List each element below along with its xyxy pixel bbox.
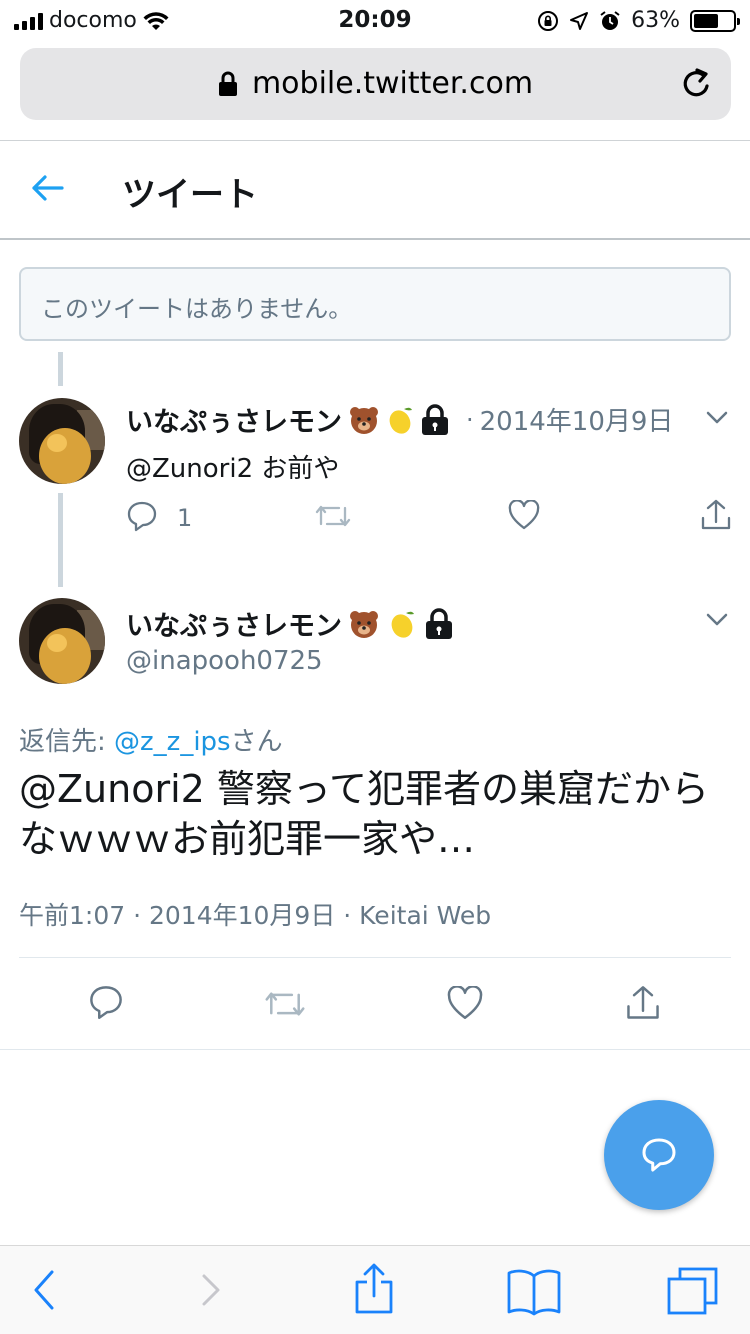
divider xyxy=(0,238,750,240)
battery-percent: 63% xyxy=(631,8,680,33)
retweet-icon[interactable] xyxy=(264,988,306,1020)
tweet-text: @Zunori2 お前や xyxy=(126,454,340,484)
chevron-down-icon[interactable] xyxy=(705,612,729,628)
unavailable-tweet-notice: このツイートはありません。 xyxy=(19,267,731,341)
reply-icon[interactable] xyxy=(88,984,124,1020)
location-icon xyxy=(570,11,589,30)
reply-to-suffix: さん xyxy=(230,727,283,757)
bear-emoji-icon xyxy=(350,406,378,434)
tabs-icon[interactable] xyxy=(666,1266,720,1316)
alarm-icon xyxy=(600,10,620,30)
url-text: mobile.twitter.com xyxy=(251,66,534,101)
share-icon[interactable] xyxy=(624,984,662,1022)
status-right: 63% xyxy=(537,8,740,33)
battery-icon xyxy=(690,9,740,32)
share-icon[interactable] xyxy=(700,498,732,532)
reply-to-line: 返信先: @z_z_ipsさん xyxy=(19,721,283,758)
separator-dot: · xyxy=(466,405,474,434)
tweet-text: @Zunori2 警察って犯罪者の巣窟だからなｗｗｗお前犯罪一家や… xyxy=(19,767,709,861)
tweet-date[interactable]: 2014年10月9日 xyxy=(480,401,674,438)
browser-toolbar xyxy=(0,1245,750,1334)
orientation-lock-icon xyxy=(538,10,559,31)
lemon-emoji-icon xyxy=(391,611,414,638)
page-header: ツイート xyxy=(0,141,750,238)
back-arrow-icon[interactable] xyxy=(30,173,64,203)
tweet-author-row: いなぷぅさレモン xyxy=(126,604,454,643)
avatar[interactable] xyxy=(19,398,105,484)
reply-icon[interactable] xyxy=(126,500,158,532)
reply-bubble-icon xyxy=(642,1138,676,1172)
protected-lock-icon xyxy=(422,403,448,435)
page-title: ツイート xyxy=(122,175,258,215)
browser-back-icon[interactable] xyxy=(30,1268,58,1312)
browser-forward-icon[interactable] xyxy=(196,1268,224,1312)
lock-icon xyxy=(218,71,237,96)
reply-count: 1 xyxy=(177,504,193,532)
retweet-icon[interactable] xyxy=(315,502,351,530)
tweet-timestamp[interactable]: 午前1:07 · 2014年10月9日 · Keitai Web xyxy=(19,896,491,932)
avatar[interactable] xyxy=(19,598,105,684)
reply-to-mention-link[interactable]: @z_z_ips xyxy=(114,727,231,757)
like-icon[interactable] xyxy=(508,500,540,530)
divider xyxy=(19,957,731,958)
reload-icon[interactable] xyxy=(681,66,713,100)
chevron-down-icon[interactable] xyxy=(705,410,729,426)
like-icon[interactable] xyxy=(446,986,484,1020)
compose-reply-button[interactable] xyxy=(604,1100,714,1210)
divider xyxy=(0,1049,750,1050)
display-name[interactable]: いなぷぅさレモン xyxy=(126,604,342,643)
unavailable-text: このツイートはありません。 xyxy=(41,295,353,323)
lemon-emoji-icon xyxy=(389,407,412,434)
tweet-author-row: いなぷぅさレモン · 2014年10月9日 xyxy=(126,400,673,439)
protected-lock-icon xyxy=(426,607,452,639)
address-bar[interactable]: mobile.twitter.com xyxy=(20,48,731,120)
thread-line xyxy=(58,493,63,587)
user-handle[interactable]: @inapooh0725 xyxy=(126,646,323,676)
bookmarks-icon[interactable] xyxy=(506,1266,562,1316)
browser-share-icon[interactable] xyxy=(352,1262,396,1316)
reply-to-prefix: 返信先: xyxy=(19,727,115,757)
bear-emoji-icon xyxy=(350,610,378,638)
thread-line xyxy=(58,352,63,386)
status-bar: docomo 20:09 63% xyxy=(0,0,750,40)
display-name[interactable]: いなぷぅさレモン xyxy=(126,400,342,439)
